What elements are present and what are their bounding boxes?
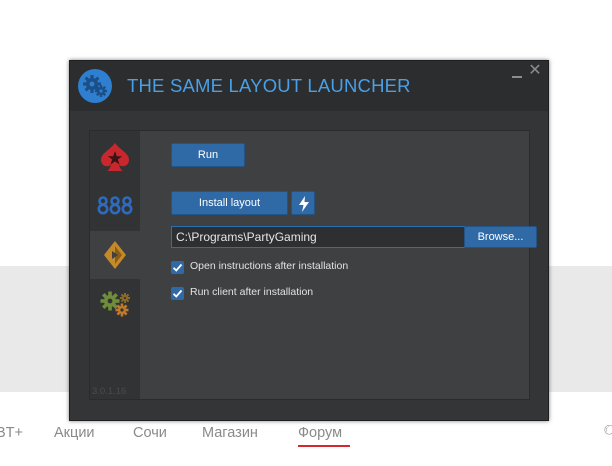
nav-active-underline — [298, 445, 350, 447]
install-layout-button[interactable]: Install layout — [171, 191, 288, 215]
version-label: 3.0.1.16 — [92, 386, 127, 397]
checkmark-icon — [172, 289, 183, 298]
option-label: Run client after installation — [190, 286, 314, 298]
lightning-icon — [299, 196, 309, 212]
close-icon[interactable]: ✕ — [528, 63, 542, 79]
launcher-titlebar[interactable]: THE SAME LAYOUT LAUNCHER ✕ — [70, 61, 548, 111]
sidebar-item-pokerstars[interactable] — [90, 133, 140, 181]
client-sidebar: 3.0.1.16 — [90, 131, 140, 399]
launcher-panel: 3.0.1.16 Run Install layout Browse... Op… — [89, 130, 537, 400]
888-icon — [97, 196, 133, 215]
settings-gears-icon — [100, 291, 130, 317]
run-button[interactable]: Run — [171, 143, 245, 167]
nav-link-sochi[interactable]: Сочи — [133, 425, 167, 441]
nav-link-bt[interactable]: BT+ — [0, 425, 23, 441]
nav-link-shop[interactable]: Магазин — [202, 425, 258, 441]
sidebar-item-888[interactable] — [90, 181, 140, 229]
partypoker-icon — [104, 241, 126, 269]
launcher-title: THE SAME LAYOUT LAUNCHER — [127, 75, 411, 96]
option-label: Open instructions after installation — [190, 260, 349, 272]
browse-button[interactable]: Browse... — [464, 226, 537, 248]
checkbox-run-client[interactable] — [171, 287, 184, 300]
launcher-logo-icon — [78, 69, 112, 103]
checkbox-open-instructions[interactable] — [171, 261, 184, 274]
launcher-window: THE SAME LAYOUT LAUNCHER ✕ 3.0.1.16 Run … — [69, 60, 549, 421]
checkmark-icon — [172, 263, 183, 272]
search-icon[interactable]: 🔍︎ — [603, 424, 612, 441]
quick-install-button[interactable] — [291, 191, 315, 215]
sidebar-item-settings[interactable] — [90, 281, 140, 329]
minimize-icon[interactable] — [511, 65, 523, 79]
pokerstars-icon — [101, 143, 129, 171]
install-path-input[interactable] — [171, 226, 465, 248]
nav-link-promotions[interactable]: Акции — [54, 425, 95, 441]
nav-link-forum[interactable]: Форум — [298, 425, 342, 441]
sidebar-item-partypoker[interactable] — [90, 231, 140, 279]
